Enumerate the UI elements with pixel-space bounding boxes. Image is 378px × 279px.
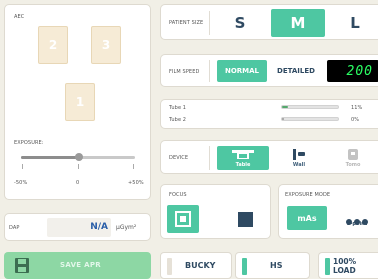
device-wall-button[interactable]: Wall	[273, 146, 325, 170]
exposure-slider-thumb[interactable]	[75, 153, 83, 161]
film-speed-detailed-label: DETAILED	[277, 67, 315, 75]
dap-panel: DAP N/A μGym²	[4, 213, 151, 241]
hs-label: HS	[270, 261, 283, 270]
three-dots-icon	[345, 211, 369, 225]
device-tomo-label: Tomo	[345, 161, 361, 168]
dap-unit: μGym²	[116, 224, 137, 231]
device-divider	[209, 146, 210, 170]
dap-label: DAP	[9, 225, 20, 231]
device-wall-label: Wall	[292, 161, 306, 168]
tube-2-name: Tube 2	[169, 117, 187, 123]
save-apr-label: SAVE APR	[60, 261, 101, 269]
hs-button[interactable]: HS	[235, 252, 310, 279]
size-medium-button[interactable]: M	[271, 9, 325, 37]
exposure-mode-mas-button[interactable]: mAs	[287, 206, 327, 230]
film-speed-counter: 200	[327, 60, 378, 82]
aec-field-left[interactable]: 2	[38, 26, 68, 64]
table-icon	[231, 149, 255, 160]
tomo-icon	[347, 148, 359, 160]
focus-panel: FOCUS	[160, 184, 271, 239]
exposure-mode-panel: EXPOSURE MODE mAs 3-point	[278, 184, 378, 239]
film-speed-normal-label: NORMAL	[224, 67, 260, 75]
exposure-slider[interactable]	[21, 151, 135, 171]
aec-panel: AEC 2 3 1 EXPOSURE: -50% 0 +50%	[4, 4, 151, 200]
tube-1-load-fill	[282, 106, 289, 108]
device-panel: DEVICE Table Wall Tomo	[160, 140, 378, 174]
exposure-label: EXPOSURE:	[14, 140, 44, 146]
small-focus-icon	[237, 211, 253, 227]
film-speed-divider	[209, 60, 210, 82]
exposure-mode-mas-label: mAs	[297, 213, 317, 223]
bucky-indicator	[167, 258, 172, 275]
size-medium-label: M	[290, 14, 306, 32]
load-label: 100% LOAD	[333, 256, 357, 275]
patient-size-panel: PATIENT SIZE S M L	[160, 4, 378, 40]
size-large-label: L	[350, 14, 360, 32]
dap-value: N/A	[90, 222, 108, 232]
tube-1-load-bar	[281, 105, 339, 109]
device-table-button[interactable]: Table	[217, 146, 269, 170]
exposure-scale-mid: 0	[76, 180, 80, 186]
film-speed-label: FILM SPEED	[169, 69, 200, 75]
exposure-tick-min	[22, 164, 23, 169]
tube-1-percent: 11%	[351, 105, 363, 111]
tube-2-load-fill	[282, 118, 285, 120]
aec-field-right[interactable]: 3	[91, 26, 121, 64]
focus-small-button[interactable]	[229, 205, 261, 233]
large-focus-icon	[175, 211, 191, 227]
exposure-slider-fill	[21, 156, 79, 159]
exposure-tick-max	[133, 164, 134, 169]
exposure-mode-3point-button[interactable]: 3-point	[337, 206, 377, 232]
device-label: DEVICE	[169, 155, 189, 161]
exposure-mode-label: EXPOSURE MODE	[285, 192, 331, 198]
save-icon	[14, 257, 30, 274]
wall-stand-icon	[292, 148, 306, 160]
size-large-button[interactable]: L	[331, 9, 378, 37]
exposure-scale-min: -50%	[14, 180, 28, 186]
device-table-label: Table	[235, 161, 251, 168]
aec-title: AEC	[14, 14, 25, 20]
bucky-label: BUCKY	[185, 261, 216, 270]
save-apr-button[interactable]: SAVE APR	[4, 252, 151, 279]
aec-field-center-label: 1	[75, 95, 85, 109]
film-speed-counter-value: 200	[346, 63, 373, 79]
load-indicator	[325, 258, 330, 275]
exposure-mode-3point-label: 3-point	[346, 221, 368, 227]
tubes-panel: Tube 1 Tube 2 11% 0%	[160, 99, 378, 129]
tube-2-load-bar	[281, 117, 339, 121]
size-small-label: S	[234, 14, 246, 32]
bucky-button[interactable]: BUCKY	[160, 252, 232, 279]
aec-field-center[interactable]: 1	[65, 83, 95, 121]
patient-size-divider	[209, 11, 210, 35]
hs-indicator	[242, 258, 247, 275]
size-small-button[interactable]: S	[215, 9, 265, 37]
tube-1-name: Tube 1	[169, 105, 187, 111]
film-speed-panel: FILM SPEED NORMAL DETAILED 200	[160, 54, 378, 87]
film-speed-detailed-button[interactable]: DETAILED	[269, 60, 323, 82]
aec-field-right-label: 3	[101, 38, 111, 52]
device-tomo-button[interactable]: Tomo	[327, 146, 378, 170]
patient-size-label: PATIENT SIZE	[169, 20, 204, 26]
dap-value-box: N/A	[47, 218, 111, 237]
focus-large-button[interactable]	[167, 205, 199, 233]
film-speed-normal-button[interactable]: NORMAL	[217, 60, 267, 82]
exposure-tick-mid	[78, 164, 79, 169]
focus-label: FOCUS	[169, 192, 187, 198]
load-button[interactable]: 100% LOAD	[318, 252, 378, 279]
tube-2-percent: 0%	[351, 117, 360, 123]
exposure-scale-max: +50%	[128, 180, 144, 186]
aec-field-left-label: 2	[48, 38, 58, 52]
